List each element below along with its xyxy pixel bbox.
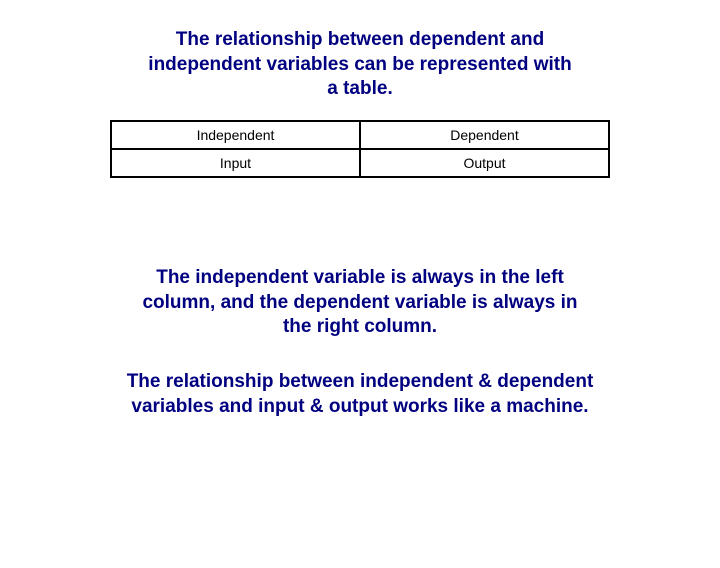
cell-dependent: Dependent [360, 121, 609, 149]
cell-independent: Independent [111, 121, 360, 149]
table-row: Independent Dependent [111, 121, 609, 149]
paragraph-2: The relationship between independent & d… [85, 370, 635, 419]
paragraph-1: The independent variable is always in th… [140, 266, 580, 340]
table-row: Input Output [111, 149, 609, 177]
variables-table: Independent Dependent Input Output [110, 120, 610, 178]
heading-text: The relationship between dependent and i… [145, 28, 575, 102]
cell-output: Output [360, 149, 609, 177]
cell-input: Input [111, 149, 360, 177]
